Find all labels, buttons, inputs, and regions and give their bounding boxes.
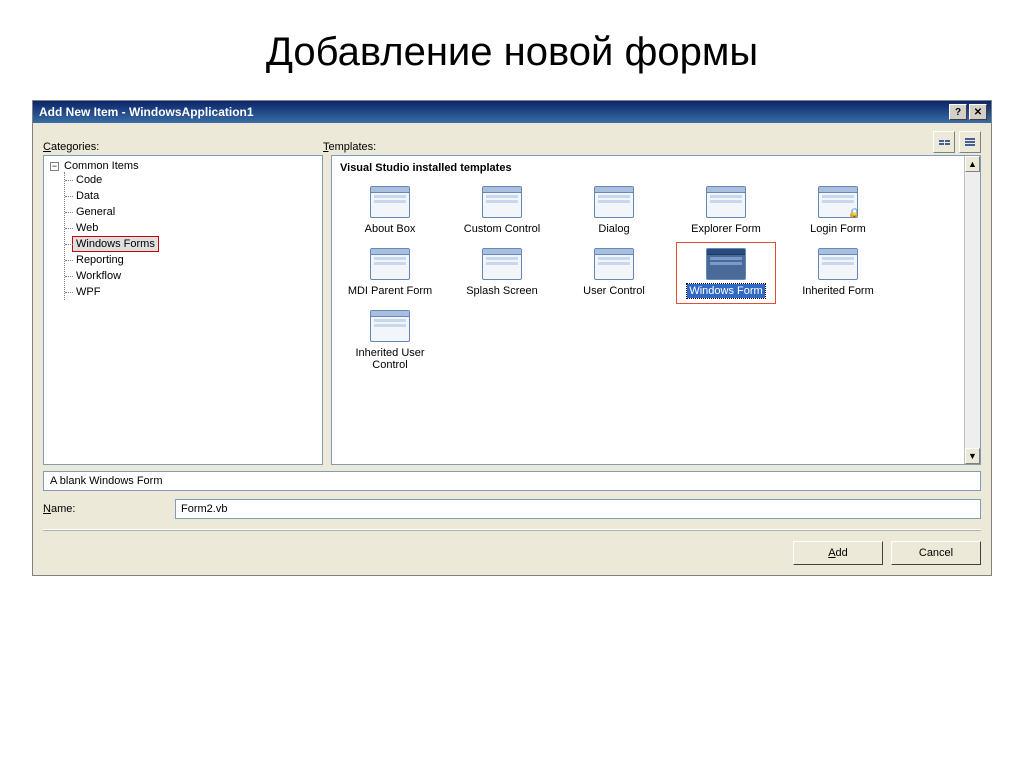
tree-item-label: WPF — [73, 285, 103, 299]
add-button-text: dd — [836, 547, 848, 559]
template-label: User Control — [581, 284, 647, 298]
large-icons-view[interactable] — [933, 131, 955, 153]
cancel-button[interactable]: Cancel — [891, 541, 981, 565]
tree-item-label: Reporting — [73, 253, 127, 267]
template-label: Inherited User Control — [340, 346, 440, 372]
template-item[interactable]: Inherited User Control — [340, 304, 440, 378]
tree-item[interactable]: WPF — [67, 284, 316, 300]
template-item[interactable]: 🔒 Login Form — [788, 180, 888, 242]
description-box: A blank Windows Form — [43, 471, 981, 491]
scroll-down-icon[interactable]: ▼ — [965, 448, 980, 464]
tree-item[interactable]: General — [67, 204, 316, 220]
help-button[interactable]: ? — [949, 104, 967, 120]
templates-label: Templates: — [323, 141, 933, 153]
template-label: Windows Form — [687, 284, 764, 298]
template-label: Splash Screen — [464, 284, 540, 298]
tree-item-label: Workflow — [73, 269, 124, 283]
small-icons-view[interactable] — [959, 131, 981, 153]
form-icon — [482, 186, 522, 218]
tree-item-label: Windows Forms — [73, 237, 158, 251]
templates-scrollbar[interactable]: ▲ ▼ — [964, 156, 980, 464]
template-item[interactable]: Inherited Form — [788, 242, 888, 304]
template-label: Custom Control — [462, 222, 542, 236]
tree-item[interactable]: Web — [67, 220, 316, 236]
tree-item[interactable]: Data — [67, 188, 316, 204]
page-title: Добавление новой формы — [0, 0, 1024, 100]
form-icon — [594, 186, 634, 218]
template-item[interactable]: Explorer Form — [676, 180, 776, 242]
template-item[interactable]: Dialog — [564, 180, 664, 242]
name-input[interactable] — [175, 499, 981, 519]
template-item[interactable]: Windows Form — [676, 242, 776, 304]
form-icon — [818, 248, 858, 280]
lock-icon: 🔒 — [847, 207, 858, 218]
tree-item-label: Web — [73, 221, 101, 235]
tree-item-label: General — [73, 205, 118, 219]
template-label: About Box — [363, 222, 418, 236]
tree-item-label: Code — [73, 173, 105, 187]
name-label-text: ame: — [51, 503, 75, 515]
templates-pane: Visual Studio installed templates About … — [331, 155, 981, 465]
form-icon — [594, 248, 634, 280]
template-label: Inherited Form — [800, 284, 876, 298]
template-label: Dialog — [596, 222, 631, 236]
form-icon — [706, 248, 746, 280]
tree-item[interactable]: Code — [67, 172, 316, 188]
form-icon — [482, 248, 522, 280]
template-item[interactable]: Splash Screen — [452, 242, 552, 304]
template-item[interactable]: User Control — [564, 242, 664, 304]
close-button[interactable]: ✕ — [969, 104, 987, 120]
template-item[interactable]: About Box — [340, 180, 440, 242]
template-label: MDI Parent Form — [346, 284, 434, 298]
form-icon — [370, 186, 410, 218]
tree-collapse-icon[interactable]: − — [50, 162, 59, 171]
template-item[interactable]: MDI Parent Form — [340, 242, 440, 304]
form-icon — [706, 186, 746, 218]
tree-item[interactable]: Windows Forms — [67, 236, 316, 252]
template-label: Explorer Form — [689, 222, 763, 236]
add-button[interactable]: Add — [793, 541, 883, 565]
tree-item-label: Data — [73, 189, 102, 203]
tree-root-label[interactable]: Common Items — [64, 160, 139, 172]
form-icon: 🔒 — [818, 186, 858, 218]
categories-label: Categories: — [43, 141, 323, 153]
categories-label-text: ategories: — [51, 141, 99, 153]
add-new-item-dialog: Add New Item - WindowsApplication1 ? ✕ C… — [32, 100, 992, 576]
scroll-up-icon[interactable]: ▲ — [965, 156, 980, 172]
name-label: Name: — [43, 503, 163, 515]
template-item[interactable]: Custom Control — [452, 180, 552, 242]
tree-item[interactable]: Reporting — [67, 252, 316, 268]
form-icon — [370, 310, 410, 342]
templates-label-text: emplates: — [329, 141, 377, 153]
titlebar: Add New Item - WindowsApplication1 ? ✕ — [33, 101, 991, 123]
categories-tree[interactable]: − Common Items Code Data General Web Windows… — [43, 155, 323, 465]
titlebar-text: Add New Item - WindowsApplication1 — [39, 105, 949, 119]
form-icon — [370, 248, 410, 280]
separator — [43, 529, 981, 531]
templates-section-header: Visual Studio installed templates — [340, 162, 956, 174]
tree-item[interactable]: Workflow — [67, 268, 316, 284]
template-label: Login Form — [808, 222, 868, 236]
